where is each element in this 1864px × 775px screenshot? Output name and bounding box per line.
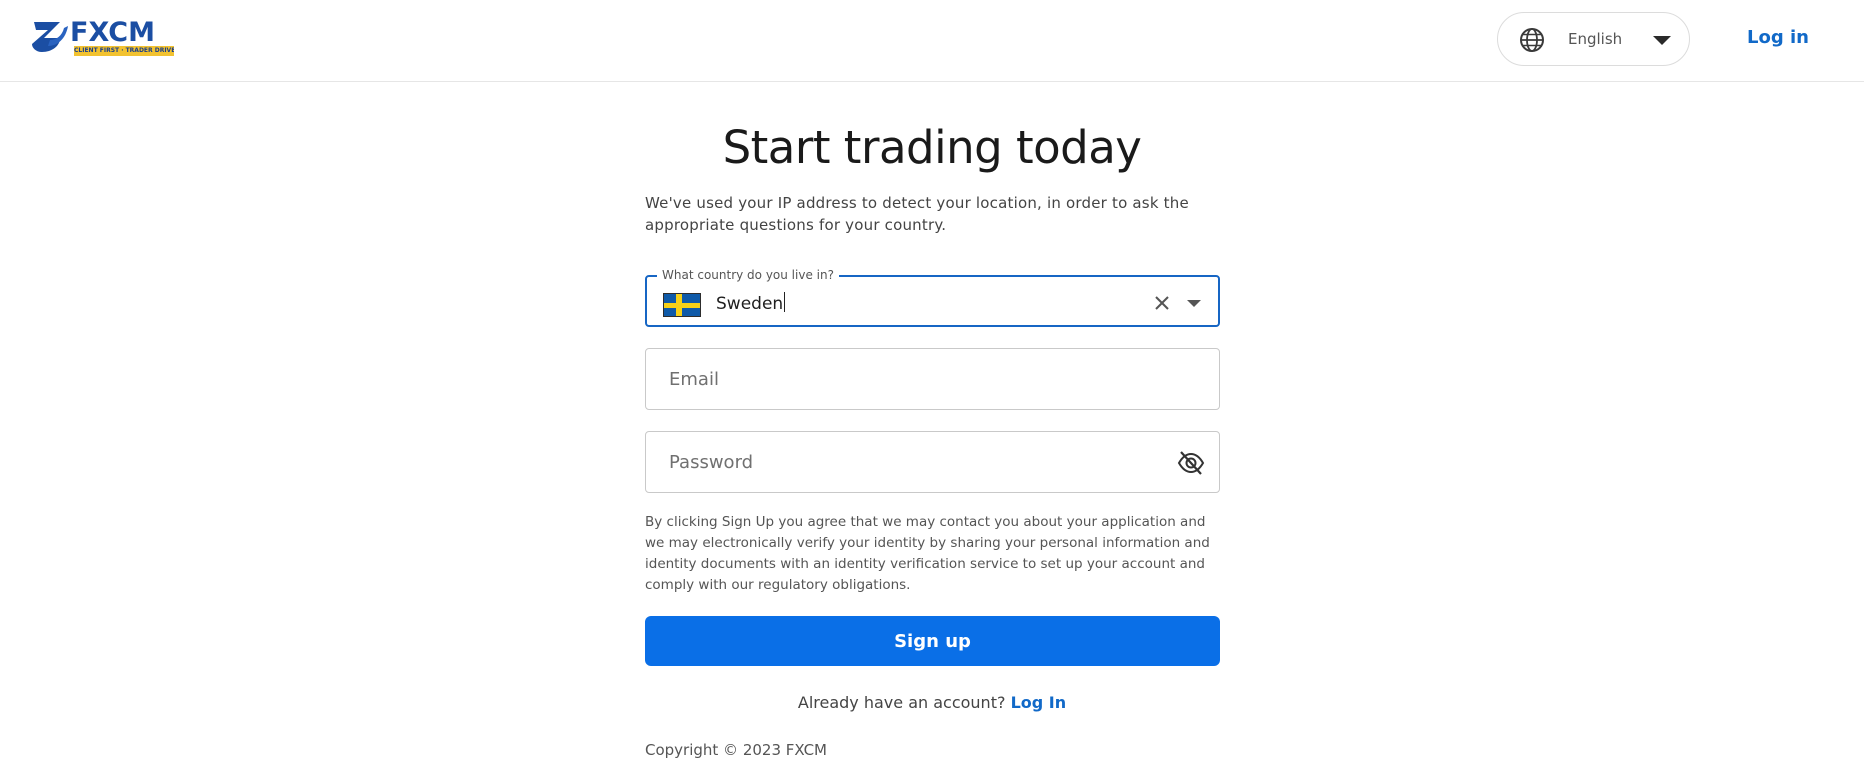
globe-icon	[1520, 28, 1544, 52]
fxcm-swoosh-icon	[32, 22, 68, 52]
location-notice: We've used your IP address to detect you…	[645, 194, 1189, 234]
login-prompt-text: Already have an account?	[797, 693, 1006, 712]
language-selector[interactable]: English	[1497, 12, 1690, 66]
country-select[interactable]: What country do you live in? Sweden	[645, 267, 1220, 327]
email-field-container	[645, 348, 1220, 410]
signup-button[interactable]: Sign up	[645, 616, 1220, 666]
country-dropdown-arrow-icon[interactable]	[1187, 300, 1201, 307]
login-prompt: Already have an account? Log In	[0, 692, 1864, 714]
consent-text: By clicking Sign Up you agree that we ma…	[645, 514, 1210, 593]
login-link[interactable]: Log In	[1011, 693, 1067, 712]
country-value[interactable]: Sweden	[716, 292, 785, 316]
sweden-flag-icon	[663, 293, 701, 317]
language-label: English	[1568, 30, 1623, 48]
fxcm-logo[interactable]: FXCM CLIENT FIRST · TRADER DRIVEN	[30, 15, 178, 59]
password-field-container	[645, 431, 1220, 493]
logo-tagline: CLIENT FIRST · TRADER DRIVEN	[74, 46, 174, 56]
country-field-label: What country do you live in?	[657, 267, 839, 283]
chevron-down-icon	[1653, 36, 1671, 45]
password-input[interactable]	[646, 432, 1219, 492]
page-title: Start trading today	[722, 121, 1142, 174]
eye-off-icon[interactable]	[1176, 448, 1206, 478]
email-input[interactable]	[646, 349, 1219, 409]
header-login-link[interactable]: Log in	[1747, 26, 1809, 50]
clear-icon[interactable]	[1149, 290, 1175, 316]
copyright: Copyright © 2023 FXCM	[645, 741, 827, 759]
top-header: FXCM CLIENT FIRST · TRADER DRIVEN Englis…	[0, 0, 1864, 82]
